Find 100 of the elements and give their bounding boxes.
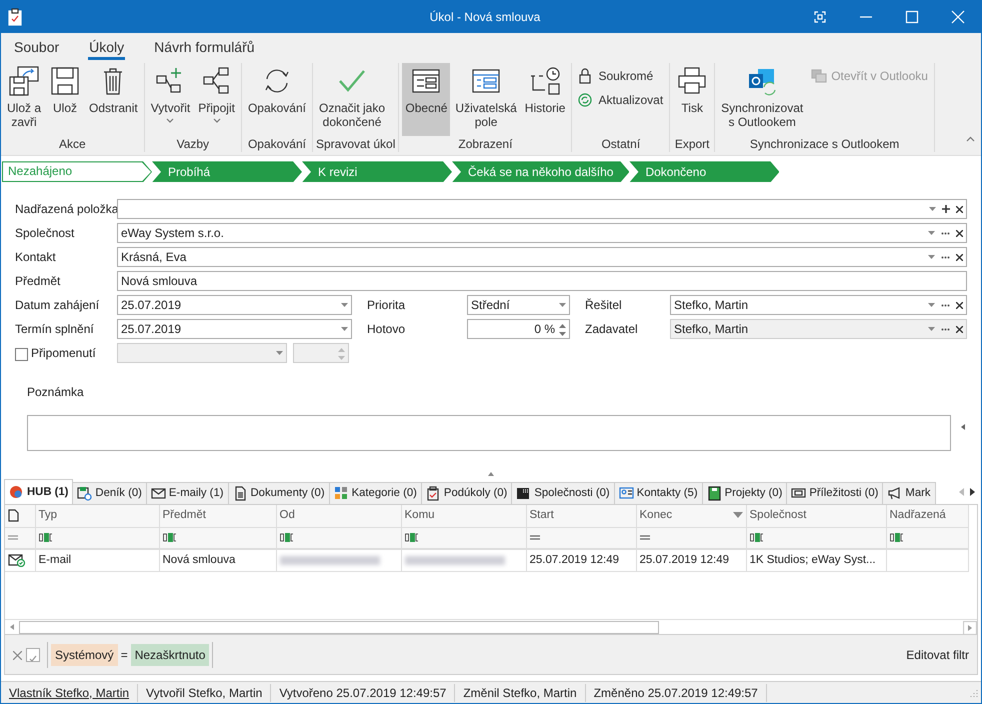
close-icon[interactable] bbox=[951, 10, 965, 24]
stage-step[interactable]: Probíhá bbox=[152, 161, 302, 182]
ribbon-button[interactable]: Obecné bbox=[402, 62, 450, 136]
ribbon-button[interactable]: Synchronizovat s Outlookem bbox=[718, 62, 806, 136]
scroll-left-icon[interactable] bbox=[959, 488, 964, 496]
tab[interactable]: Deník (0) bbox=[72, 482, 147, 504]
more-icon bbox=[941, 232, 950, 235]
ribbon-button[interactable]: Opakování bbox=[244, 62, 309, 136]
window-folder-icon bbox=[811, 68, 828, 84]
stage-step[interactable]: Čeká se na někoho dalšího bbox=[452, 161, 630, 182]
checkbox[interactable]: Připomenutí bbox=[15, 344, 117, 362]
group-label: Spravovat úkol bbox=[316, 136, 396, 152]
new-document-icon[interactable] bbox=[8, 508, 19, 522]
filter-value[interactable]: Nezaškrtnuto bbox=[130, 644, 210, 666]
group-label: Export bbox=[674, 136, 711, 152]
clipboard-icon bbox=[7, 8, 23, 26]
column-header[interactable]: Od bbox=[276, 505, 401, 528]
stage-step[interactable]: K revizi bbox=[302, 161, 452, 182]
clear-icon bbox=[956, 230, 963, 237]
input-field[interactable]: Nová smlouva bbox=[117, 271, 967, 292]
dropdown-arrow-icon bbox=[341, 327, 348, 332]
dropdown-arrow-icon bbox=[341, 303, 348, 308]
column-header[interactable]: Typ bbox=[35, 505, 159, 528]
column-header[interactable]: Komu bbox=[401, 505, 526, 528]
group-label: Akce bbox=[58, 136, 87, 152]
menu-tab[interactable]: Soubor bbox=[13, 38, 60, 60]
tab[interactable]: Příležitosti (0) bbox=[786, 482, 884, 504]
resize-grip-icon bbox=[970, 689, 978, 698]
tab[interactable]: Podúkoly (0) bbox=[420, 482, 512, 504]
input-field[interactable]: Krásná, Eva bbox=[117, 247, 967, 268]
filter-checkbox[interactable] bbox=[26, 648, 40, 662]
stage-step[interactable]: Dokončeno bbox=[629, 161, 780, 182]
tab[interactable]: Projekty (0) bbox=[702, 482, 788, 504]
note-field[interactable] bbox=[27, 415, 951, 452]
more-icon bbox=[941, 328, 950, 331]
column-header[interactable]: Start bbox=[526, 505, 636, 528]
table-cell: Nová smlouva bbox=[162, 554, 236, 566]
menu-tab[interactable]: Návrh formulářů bbox=[153, 38, 256, 60]
field-label: Datum zahájení bbox=[15, 297, 100, 314]
ribbon-button[interactable]: Soukromé bbox=[575, 66, 666, 86]
splitter-arrow-icon[interactable] bbox=[488, 472, 494, 476]
document-icon bbox=[232, 486, 248, 502]
ribbon-button[interactable]: Uživatelská pole bbox=[452, 62, 520, 136]
column-header[interactable]: Nadřazená bbox=[886, 505, 968, 528]
table-cell: E-mail bbox=[38, 554, 72, 566]
field-label: Nadřazená položka bbox=[15, 201, 117, 218]
building-icon bbox=[516, 486, 532, 502]
ribbon-button[interactable]: Ulož a zavři bbox=[4, 62, 44, 136]
input-field[interactable]: Střední bbox=[467, 295, 570, 316]
ribbon-button[interactable]: Ulož bbox=[46, 62, 84, 136]
clear-filter-icon[interactable] bbox=[13, 651, 22, 660]
status-text: Změnil Stefko, Martin bbox=[455, 684, 586, 702]
scrollbar-thumb[interactable] bbox=[19, 620, 659, 634]
input-field[interactable]: Stefko, Martin bbox=[670, 295, 967, 316]
dropdown-arrow-icon bbox=[928, 303, 935, 308]
field-label: Předmět bbox=[15, 273, 62, 290]
input-field[interactable]: eWay System s.r.o. bbox=[117, 223, 967, 244]
collapse-ribbon-icon[interactable] bbox=[966, 136, 975, 142]
scroll-right-icon[interactable] bbox=[970, 488, 975, 496]
input-field[interactable]: 0 % bbox=[467, 319, 570, 340]
ribbon-button[interactable]: Připojit bbox=[195, 62, 238, 136]
dropdown-arrow-icon bbox=[928, 327, 935, 332]
tab[interactable]: Společnosti (0) bbox=[511, 482, 615, 504]
stage-step[interactable]: Nezahájeno bbox=[2, 161, 152, 182]
clear-icon bbox=[956, 326, 963, 333]
tab[interactable]: HUB (1) bbox=[4, 479, 74, 504]
tab[interactable]: Mark bbox=[882, 482, 936, 504]
column-header[interactable]: Předmět bbox=[159, 505, 276, 528]
input-field[interactable]: 25.07.2019 bbox=[117, 319, 352, 340]
collapse-left-icon[interactable] bbox=[961, 424, 965, 430]
column-header[interactable]: Společnost bbox=[746, 505, 886, 528]
owner-link[interactable]: Vlastník Stefko, Martin bbox=[1, 684, 138, 702]
dropdown-arrow-icon bbox=[928, 255, 935, 260]
tab[interactable]: E-maily (1) bbox=[146, 482, 228, 504]
column-header[interactable]: Konec bbox=[636, 505, 746, 528]
field-label: Poznámka bbox=[27, 385, 84, 400]
tab[interactable]: Kategorie (0) bbox=[328, 482, 422, 504]
tab[interactable]: Dokumenty (0) bbox=[228, 482, 330, 504]
tab[interactable]: Kontakty (5) bbox=[614, 482, 703, 504]
ribbon-button[interactable]: Označit jako dokončené bbox=[316, 62, 388, 136]
maximize-icon[interactable] bbox=[905, 10, 919, 24]
text-filter-icon bbox=[38, 532, 54, 542]
input-field[interactable]: 25.07.2019 bbox=[117, 295, 352, 316]
ribbon-button[interactable]: Historie bbox=[522, 62, 568, 136]
clear-icon bbox=[956, 254, 963, 261]
ribbon-button[interactable]: Odstranit bbox=[86, 62, 141, 136]
focus-icon[interactable] bbox=[813, 10, 827, 24]
ribbon-button[interactable]: Tisk bbox=[673, 62, 712, 136]
edit-filter-link[interactable]: Editovat filtr bbox=[906, 646, 969, 664]
contact-card-icon bbox=[618, 486, 634, 502]
ribbon-button[interactable]: Vytvořit bbox=[148, 62, 194, 136]
equals-icon bbox=[530, 534, 540, 540]
ribbon-button[interactable]: Aktualizovat bbox=[575, 90, 666, 110]
filter-field[interactable]: Systémový bbox=[51, 644, 118, 666]
journal-icon bbox=[77, 486, 92, 502]
input-field[interactable] bbox=[117, 199, 967, 220]
save-close-icon bbox=[8, 64, 40, 97]
text-filter-icon bbox=[162, 532, 178, 542]
table-cell: 25.07.2019 12:49 bbox=[640, 554, 730, 566]
sort-arrow-icon bbox=[732, 512, 742, 518]
